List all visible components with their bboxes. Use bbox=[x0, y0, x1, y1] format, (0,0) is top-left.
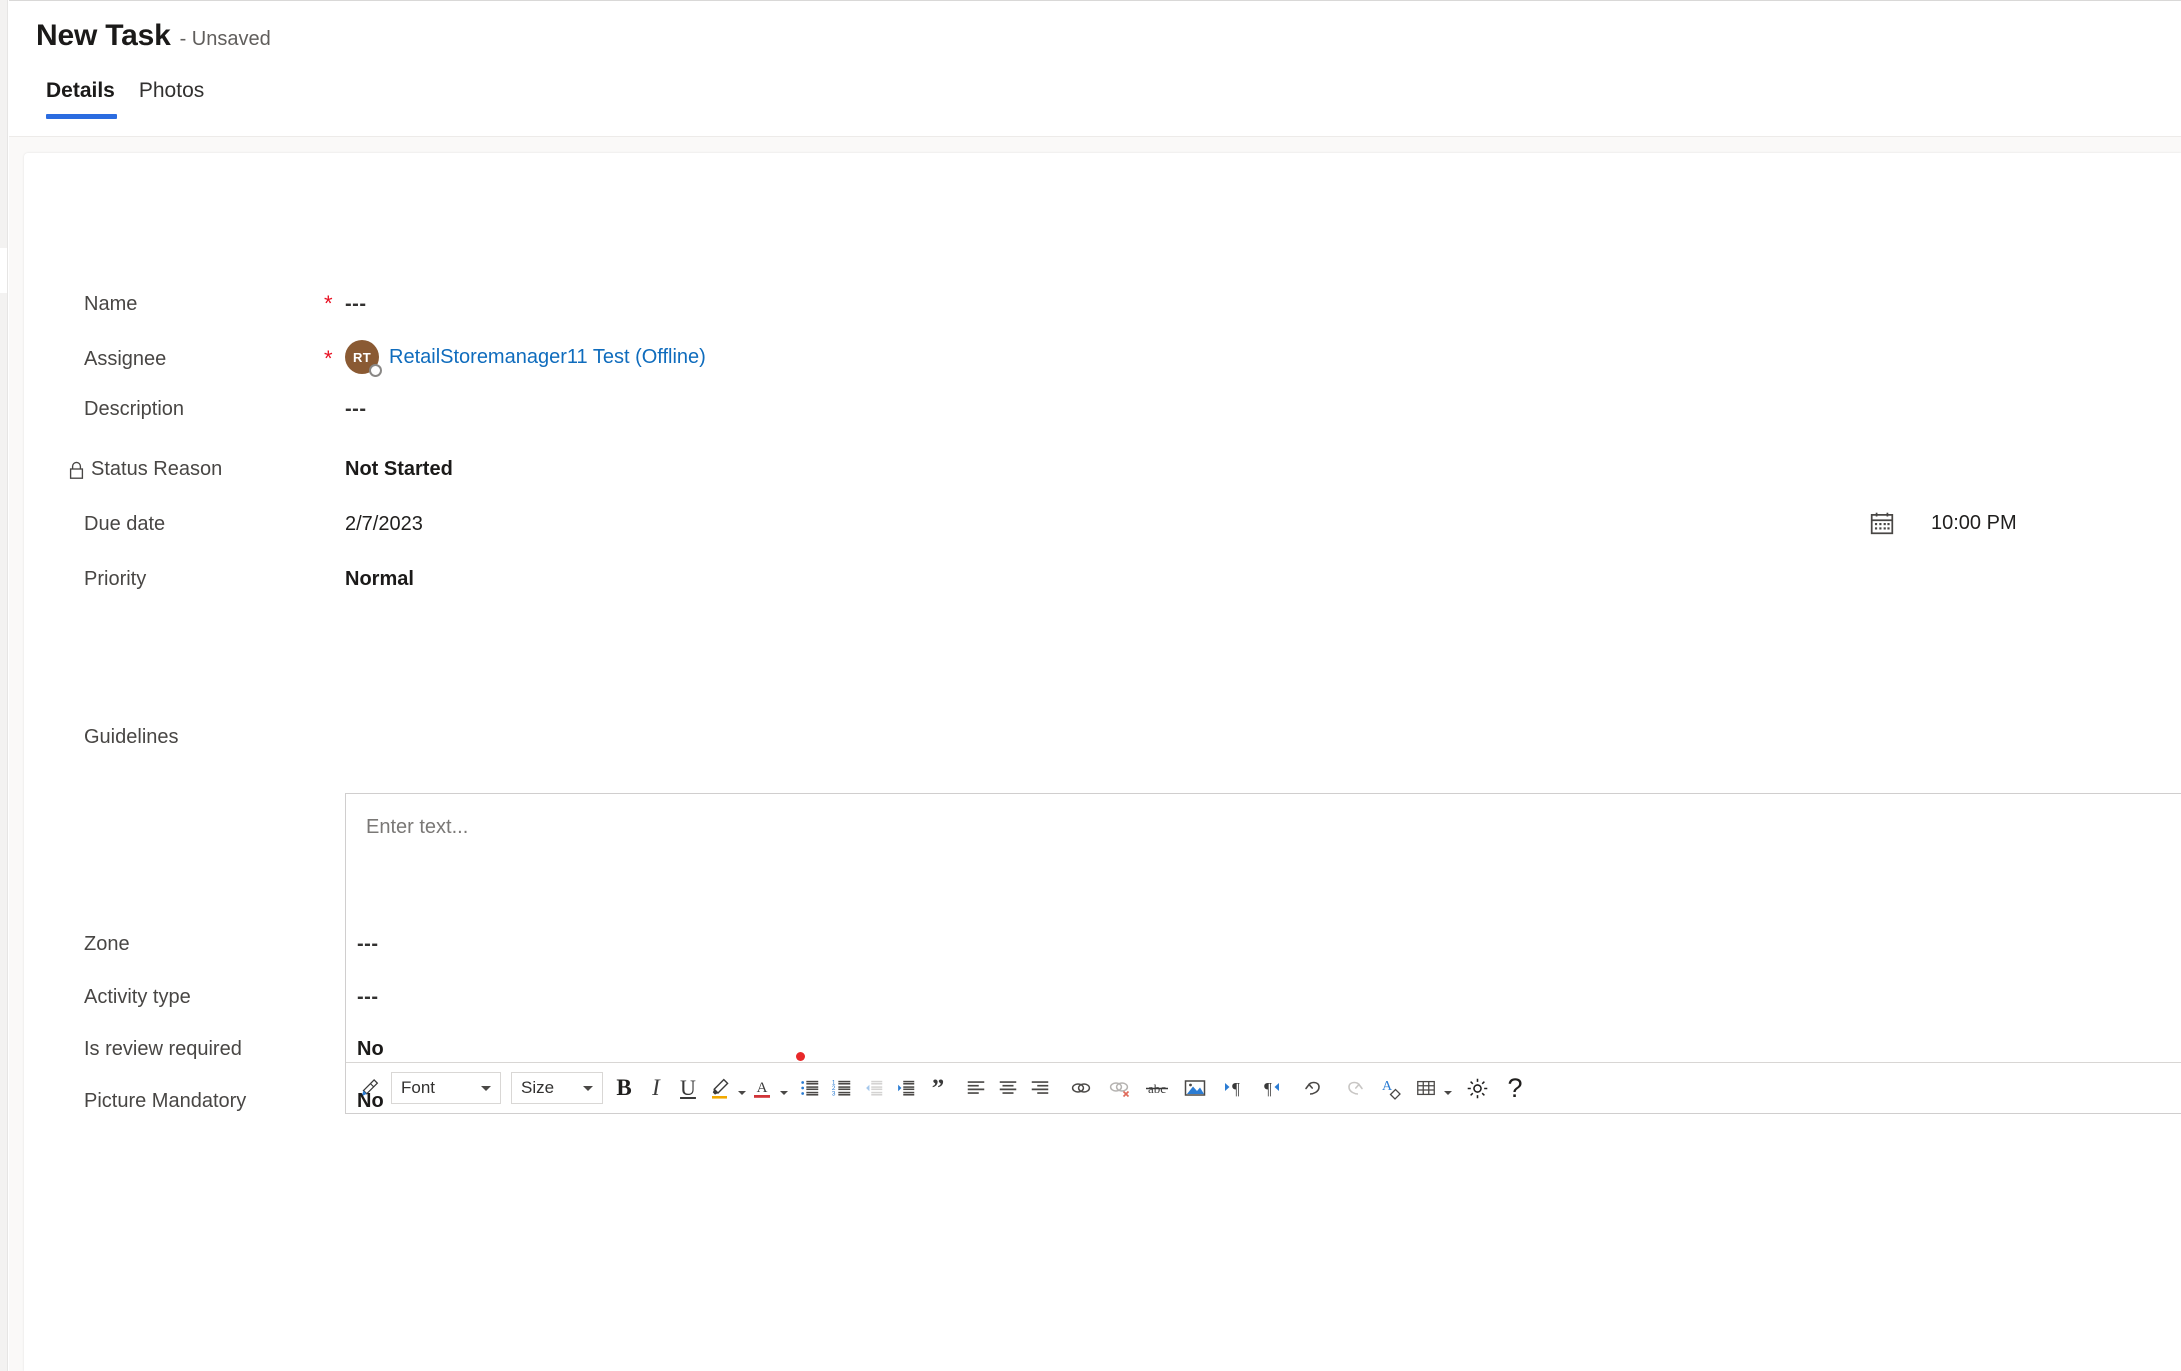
details-form-card: Name * --- Assignee * RT RetailStoremana… bbox=[24, 153, 2181, 1371]
page-header: New Task - Unsaved Details Photos bbox=[9, 0, 2181, 136]
undo-icon[interactable] bbox=[1296, 1070, 1334, 1106]
ltr-direction-icon[interactable]: ¶ bbox=[1214, 1070, 1252, 1106]
chevron-down-icon bbox=[780, 1091, 788, 1095]
align-center-icon[interactable] bbox=[992, 1070, 1024, 1106]
rich-text-toolbar: Font Size B I U A 1 2 3 ” abc ¶ ¶ A ? bbox=[346, 1062, 2181, 1113]
field-label-is-review-required: Is review required bbox=[84, 1038, 242, 1060]
field-label-picture-mandatory: Picture Mandatory bbox=[84, 1090, 247, 1112]
field-label-activity-type: Activity type bbox=[84, 986, 191, 1008]
chevron-down-icon bbox=[1444, 1091, 1452, 1095]
insert-image-icon[interactable] bbox=[1176, 1070, 1214, 1106]
tab-details-label: Details bbox=[46, 79, 115, 102]
header-divider bbox=[9, 136, 2181, 153]
assignee-link[interactable]: RetailStoremanager11 Test (Offline) bbox=[389, 346, 706, 369]
field-label-zone: Zone bbox=[84, 933, 130, 955]
due-date-time-group: 10:00 PM bbox=[1869, 510, 2017, 536]
numbered-list-icon[interactable]: 123 bbox=[826, 1070, 858, 1106]
underline-icon[interactable]: U bbox=[672, 1070, 704, 1106]
help-icon[interactable]: ? bbox=[1496, 1070, 1534, 1106]
left-rail-notch bbox=[0, 248, 7, 293]
cursor-marker-dot bbox=[796, 1052, 805, 1061]
field-label-name: Name bbox=[84, 293, 138, 315]
tab-details[interactable]: Details bbox=[36, 79, 127, 119]
presence-offline-icon bbox=[369, 364, 382, 377]
page-title-status: - Unsaved bbox=[179, 28, 271, 50]
field-value-due-date[interactable]: 2/7/2023 bbox=[345, 513, 423, 536]
task-form-page: New Task - Unsaved Details Photos Name *… bbox=[0, 0, 2181, 1371]
font-color-icon[interactable]: A bbox=[746, 1070, 778, 1106]
guidelines-rich-text-editor: Enter text... Font Size B I U A 1 2 3 ” … bbox=[345, 793, 2181, 1114]
rich-text-input-area[interactable]: Enter text... bbox=[346, 794, 2181, 1062]
blockquote-icon[interactable]: ” bbox=[922, 1070, 954, 1106]
lock-icon bbox=[68, 461, 85, 480]
insert-link-icon[interactable] bbox=[1062, 1070, 1100, 1106]
field-label-status-reason: Status Reason bbox=[68, 458, 222, 481]
rtl-direction-icon[interactable]: ¶ bbox=[1252, 1070, 1290, 1106]
field-label-status-reason-text: Status Reason bbox=[91, 458, 223, 480]
rich-text-placeholder: Enter text... bbox=[366, 816, 469, 838]
field-value-name[interactable]: --- bbox=[345, 293, 366, 316]
avatar: RT bbox=[345, 340, 382, 377]
tab-photos[interactable]: Photos bbox=[127, 79, 216, 119]
field-label-assignee: Assignee bbox=[84, 348, 167, 370]
calendar-icon[interactable] bbox=[1869, 510, 1895, 536]
chevron-down-icon bbox=[481, 1085, 491, 1091]
clear-formatting-icon[interactable]: A bbox=[1372, 1070, 1410, 1106]
remove-link-icon[interactable] bbox=[1100, 1070, 1138, 1106]
field-value-status-reason: Not Started bbox=[345, 458, 453, 480]
field-label-guidelines: Guidelines bbox=[84, 726, 179, 748]
page-title-text: New Task bbox=[36, 19, 171, 52]
left-rail-strip bbox=[0, 0, 8, 1371]
field-label-description: Description bbox=[84, 398, 185, 420]
field-value-zone[interactable]: --- bbox=[357, 933, 378, 956]
svg-text:¶: ¶ bbox=[1264, 1079, 1272, 1098]
required-marker-assignee: * bbox=[324, 346, 333, 371]
svg-text:3: 3 bbox=[832, 1090, 836, 1097]
field-value-assignee[interactable]: RT RetailStoremanager11 Test (Offline) bbox=[345, 340, 706, 377]
align-left-icon[interactable] bbox=[960, 1070, 992, 1106]
field-value-is-review-required[interactable]: No bbox=[357, 1038, 384, 1061]
field-value-due-time[interactable]: 10:00 PM bbox=[1931, 512, 2017, 535]
chevron-down-icon bbox=[583, 1085, 593, 1091]
svg-text:¶: ¶ bbox=[1232, 1079, 1240, 1098]
field-value-description[interactable]: --- bbox=[345, 398, 366, 421]
bulleted-list-icon[interactable] bbox=[794, 1070, 826, 1106]
font-family-select-label: Font bbox=[401, 1078, 436, 1097]
avatar-initials: RT bbox=[353, 349, 371, 365]
font-color-button[interactable]: A bbox=[746, 1070, 788, 1106]
field-label-due-date: Due date bbox=[84, 513, 166, 535]
italic-icon[interactable]: I bbox=[640, 1070, 672, 1106]
insert-table-button[interactable] bbox=[1410, 1070, 1452, 1106]
increase-indent-icon[interactable] bbox=[890, 1070, 922, 1106]
highlight-color-button[interactable] bbox=[704, 1070, 746, 1106]
field-value-activity-type[interactable]: --- bbox=[357, 986, 378, 1009]
field-value-picture-mandatory[interactable]: No bbox=[357, 1090, 384, 1113]
field-value-priority[interactable]: Normal bbox=[345, 568, 414, 591]
required-marker-name: * bbox=[324, 291, 333, 316]
field-label-priority: Priority bbox=[84, 568, 147, 590]
redo-icon[interactable] bbox=[1334, 1070, 1372, 1106]
svg-text:A: A bbox=[757, 1080, 768, 1096]
chevron-down-icon bbox=[738, 1091, 746, 1095]
decrease-indent-icon[interactable] bbox=[858, 1070, 890, 1106]
settings-gear-icon[interactable] bbox=[1458, 1070, 1496, 1106]
highlight-color-icon[interactable] bbox=[704, 1070, 736, 1106]
font-family-select[interactable]: Font bbox=[391, 1072, 501, 1104]
strikethrough-icon[interactable]: abc bbox=[1138, 1070, 1176, 1106]
font-size-select-label: Size bbox=[521, 1078, 555, 1097]
insert-table-icon[interactable] bbox=[1410, 1070, 1442, 1106]
tab-photos-label: Photos bbox=[138, 79, 205, 102]
align-right-icon[interactable] bbox=[1024, 1070, 1056, 1106]
font-size-select[interactable]: Size bbox=[511, 1072, 603, 1104]
bold-icon[interactable]: B bbox=[608, 1070, 640, 1106]
svg-text:A: A bbox=[1382, 1079, 1393, 1094]
tab-bar: Details Photos bbox=[36, 79, 216, 119]
page-title: New Task - Unsaved bbox=[36, 19, 271, 53]
